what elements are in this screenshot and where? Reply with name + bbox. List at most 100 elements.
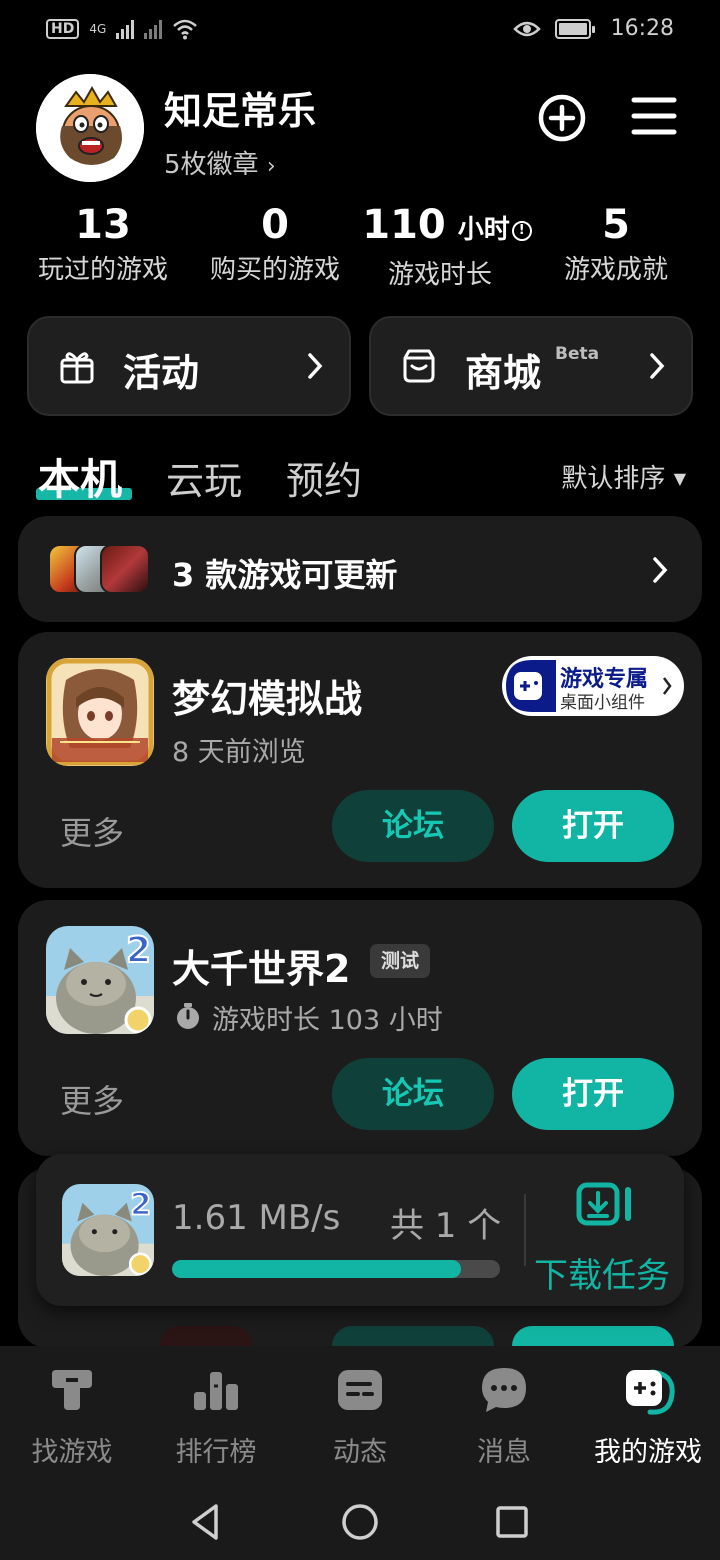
taptap-icon (52, 1370, 92, 1410)
gamepad-widget-icon (506, 660, 556, 712)
nav-find-games[interactable]: 找游戏 (0, 1364, 144, 1469)
stat-label: 游戏成就 (563, 255, 668, 285)
updates-card[interactable]: 3 款游戏可更新 (18, 516, 702, 622)
stat-achievements[interactable]: 5 游戏成就 (556, 200, 676, 290)
chevron-right-icon (308, 353, 323, 379)
forum-button[interactable]: 论坛 (332, 1058, 494, 1130)
widget-promo-badge[interactable]: 游戏专属 桌面小组件 (502, 656, 684, 716)
stat-playtime[interactable]: 110 小时! 游戏时长 (352, 200, 542, 295)
download-progress-fill (172, 1260, 461, 1278)
stats-row: 13 玩过的游戏 0 购买的游戏 110 小时! 游戏时长 5 游戏成就 (0, 200, 720, 296)
download-count: 共 1 个 (390, 1206, 502, 1246)
open-button[interactable]: 打开 (512, 1058, 674, 1130)
gamepad-icon (626, 1369, 675, 1415)
game-title: 大千世界2 (172, 947, 351, 991)
beta-tag: Beta (555, 344, 600, 364)
tab-local[interactable]: 本机 (38, 446, 122, 507)
open-button[interactable]: 打开 (512, 790, 674, 862)
nav-ranking[interactable]: 排行榜 (144, 1364, 288, 1469)
game-art-image (46, 658, 154, 766)
svg-text:2: 2 (130, 1188, 151, 1223)
recents-icon[interactable] (490, 1500, 534, 1544)
username: 知足常乐 (164, 89, 317, 133)
more-button[interactable]: 更多 (60, 808, 124, 854)
nav-my-games[interactable]: 我的游戏 (576, 1364, 720, 1469)
status-bar: HD 4G 16:28 (0, 0, 720, 62)
game-icon[interactable] (46, 658, 154, 766)
stat-value: 13 (75, 202, 131, 248)
update-game-icons (48, 544, 158, 596)
hd-icon: HD (46, 19, 80, 39)
nav-feed[interactable]: 动态 (288, 1364, 432, 1469)
store-button[interactable]: 商城 Beta (369, 316, 693, 416)
hamburger-menu-icon[interactable] (630, 94, 678, 138)
nav-label: 消息 (477, 1437, 531, 1468)
nav-label: 我的游戏 (594, 1437, 702, 1468)
test-badge: 测试 (370, 944, 430, 978)
nav-messages[interactable]: 消息 (432, 1364, 576, 1469)
stat-label: 游戏时长 (388, 260, 493, 290)
chevron-right-icon (650, 353, 665, 379)
stopwatch-icon (177, 1003, 199, 1029)
stat-value: 110 (362, 202, 446, 248)
nav-label: 动态 (333, 1437, 387, 1468)
store-label: 商城 (465, 351, 542, 395)
forum-button[interactable]: 论坛 (332, 790, 494, 862)
game-title: 梦幻模拟战 (172, 677, 363, 721)
download-task-icon[interactable] (576, 1182, 636, 1226)
last-viewed-text: 8 天前浏览 (172, 737, 306, 768)
signal-icon (116, 19, 135, 39)
download-task-label[interactable]: 下载任务 (534, 1248, 670, 1297)
stat-played[interactable]: 13 玩过的游戏 (30, 200, 176, 290)
game-icon[interactable]: 2 (46, 926, 154, 1034)
sort-dropdown[interactable]: 默认排序 ▼ (561, 458, 686, 495)
profile-header: 知足常乐 5枚徽章 › (36, 74, 686, 184)
svg-text:2: 2 (126, 930, 151, 971)
partial-icon (160, 1326, 252, 1346)
system-nav-bar (0, 1486, 720, 1556)
status-time: 16:28 (610, 16, 674, 41)
tab-cloud[interactable]: 云玩 (166, 450, 242, 505)
plus-circle-icon[interactable] (536, 92, 588, 144)
sort-label: 默认排序 (561, 464, 666, 494)
stat-purchased[interactable]: 0 购买的游戏 (202, 200, 348, 290)
activity-label: 活动 (123, 351, 200, 395)
stat-value: 5 (602, 202, 630, 248)
feed-icon (338, 1370, 382, 1410)
stat-value-row: 110 小时! (352, 200, 542, 255)
nav-label: 排行榜 (175, 1437, 257, 1468)
home-icon[interactable] (338, 1500, 382, 1544)
status-right: 16:28 (512, 16, 674, 41)
stat-value: 0 (261, 202, 289, 248)
game-card[interactable]: 2 大千世界2 测试 游戏时长 103 小时 更多 论坛 打开 (18, 900, 702, 1156)
chevron-right-icon (663, 677, 672, 695)
divider (524, 1194, 526, 1266)
widget-subtitle: 桌面小组件 (560, 693, 645, 713)
avatar[interactable] (36, 74, 144, 182)
chevron-right-icon: › (266, 154, 276, 179)
wifi-icon (173, 19, 198, 40)
back-icon[interactable] (184, 1500, 228, 1544)
update-count-text: 3 款游戏可更新 (172, 556, 398, 594)
tab-reserved[interactable]: 预约 (286, 450, 362, 505)
download-panel[interactable]: 2 1.61 MB/s 共 1 个 下载任务 (36, 1154, 684, 1306)
info-icon[interactable]: ! (511, 221, 532, 241)
message-icon (482, 1368, 526, 1412)
badges-link[interactable]: 5枚徽章 › (164, 144, 276, 181)
ranking-icon (194, 1372, 238, 1410)
download-speed: 1.61 MB/s (172, 1198, 341, 1238)
activity-button[interactable]: 活动 (27, 316, 351, 416)
game-thumb-icon (100, 544, 150, 594)
caret-down-icon: ▼ (673, 469, 686, 488)
bottom-nav: 找游戏 排行榜 动态 消息 我的游戏 (0, 1346, 720, 1560)
downloading-game-icon: 2 (62, 1184, 154, 1276)
gift-icon (60, 352, 94, 384)
signal-icon (144, 19, 163, 39)
eye-icon (512, 21, 541, 36)
download-progress-bar (172, 1260, 500, 1278)
playtime-text: 游戏时长 103 小时 (212, 1005, 443, 1036)
game-card[interactable]: 梦幻模拟战 8 天前浏览 游戏专属 桌面小组件 更多 论坛 打开 (18, 632, 702, 888)
more-button[interactable]: 更多 (60, 1076, 124, 1122)
signal-4g-label: 4G (89, 22, 107, 36)
status-left: HD 4G (46, 18, 198, 40)
